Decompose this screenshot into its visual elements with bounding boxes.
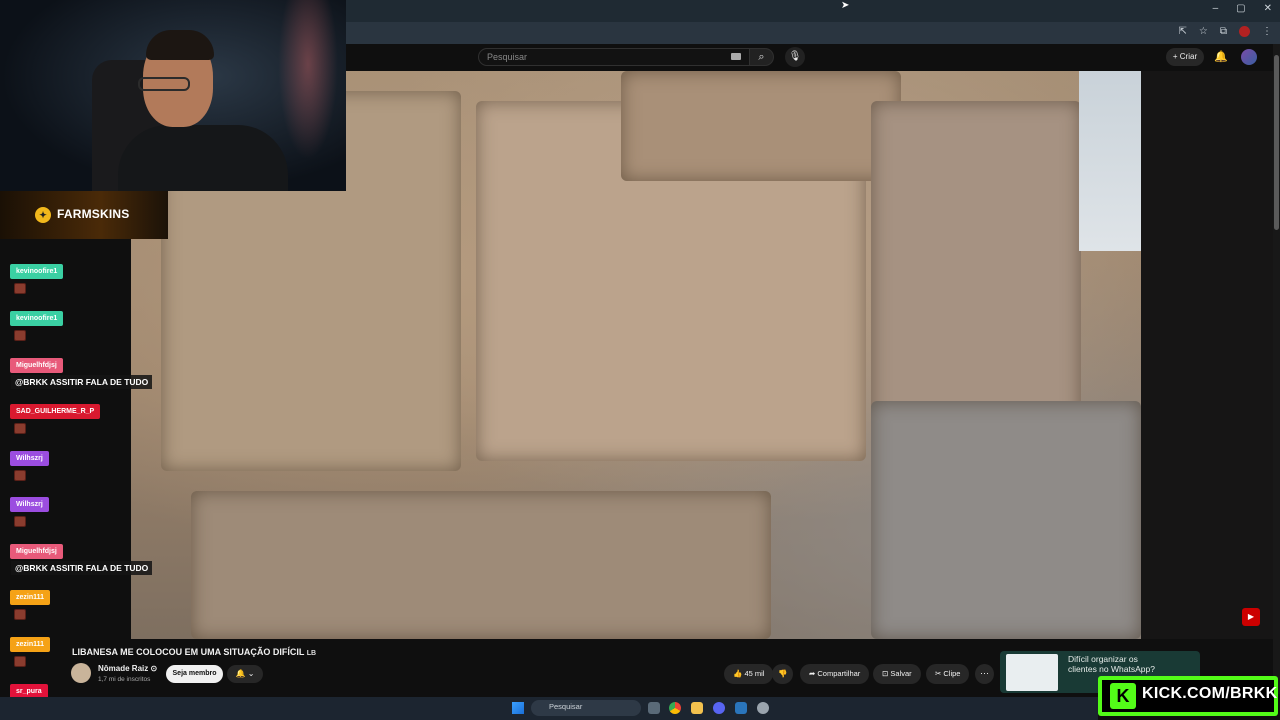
chat-emote-icon xyxy=(14,330,26,341)
streamer-hair xyxy=(146,30,214,60)
account-avatar[interactable] xyxy=(1241,49,1257,65)
share-button[interactable]: ➦ Compartilhar xyxy=(800,664,870,684)
recommendations-panel xyxy=(1141,71,1275,639)
chrome-icon[interactable] xyxy=(669,702,681,714)
join-membership-button[interactable]: Seja membro xyxy=(166,665,223,683)
chat-emote-icon xyxy=(14,656,26,667)
browser-toolbar-icons: ⇱ ☆ ⧉ ⋮ xyxy=(1179,26,1272,37)
notifications-bell-icon[interactable]: 🔔 xyxy=(1214,50,1228,63)
chat-username: kevinoofire1 xyxy=(10,311,64,326)
share-label: Compartilhar xyxy=(817,669,861,678)
thumbs-down-icon: 👎 xyxy=(778,669,788,678)
minimize-icon[interactable]: – xyxy=(1213,3,1219,14)
screen: – ▢ ✕ ⇱ ☆ ⧉ ⋮ ➤ Pesquisar ⌕ 🎙 + Criar 🔔 … xyxy=(0,0,1280,720)
search-button[interactable]: ⌕ xyxy=(750,48,774,66)
chat-message: @BRKK ASSITIR FALA DE TUDO xyxy=(11,561,153,575)
chat-username: Miguelhfdjsj xyxy=(10,358,63,373)
maximize-icon[interactable]: ▢ xyxy=(1236,3,1245,14)
keyboard-icon[interactable] xyxy=(731,53,741,60)
chat-username: kevinoofire1 xyxy=(10,264,64,279)
chat-username: zezin111 xyxy=(10,637,51,652)
streamer-body xyxy=(118,125,288,191)
more-actions-icon[interactable]: ⋯ xyxy=(975,664,994,684)
steam-icon[interactable] xyxy=(735,702,747,714)
save-button[interactable]: ⊡ Salvar xyxy=(873,664,921,684)
save-label: Salvar xyxy=(890,669,912,678)
clip-label: Clipe xyxy=(943,669,961,678)
task-view-icon[interactable] xyxy=(648,702,660,714)
microphone-icon: 🎙 xyxy=(788,51,802,62)
scrollbar-thumb[interactable] xyxy=(1274,55,1279,230)
dislike-button[interactable]: 👎 xyxy=(772,664,794,684)
video-frame-stone xyxy=(621,71,901,181)
chat-username: Wilhszrj xyxy=(10,451,49,466)
video-title: LIBANESA ME COLOCOU EM UMA SITUAÇÃO DIFÍ… xyxy=(72,647,316,657)
like-button[interactable]: 👍 45 mil xyxy=(724,664,774,684)
chat-username: SAD_GUILHERME_R_P xyxy=(10,404,101,419)
verified-icon: ⊙ xyxy=(150,664,158,673)
mouse-cursor-icon: ➤ xyxy=(841,0,850,11)
extensions-icon[interactable]: ⧉ xyxy=(1220,26,1227,37)
chat-feed xyxy=(0,239,131,694)
chat-message: @BRKK ASSITIR FALA DE TUDO xyxy=(11,375,153,389)
settings-gear-icon[interactable] xyxy=(757,702,769,714)
search-input[interactable]: Pesquisar xyxy=(478,48,750,66)
ad-text[interactable]: Difícil organizar os clientes no WhatsAp… xyxy=(1068,654,1168,674)
video-frame-stone xyxy=(871,401,1141,639)
youtube-logo-icon: ▶ xyxy=(1242,608,1260,626)
close-icon[interactable]: ✕ xyxy=(1264,3,1272,14)
video-frame-stone xyxy=(191,491,771,639)
channel-name[interactable]: Nômade Raiz ⊙ xyxy=(98,664,157,673)
christmas-tree-lights xyxy=(278,0,338,160)
voice-search-button[interactable]: 🎙 xyxy=(785,47,805,67)
file-explorer-icon[interactable] xyxy=(691,702,703,714)
video-title-text: LIBANESA ME COLOCOU EM UMA SITUAÇÃO DIFÍ… xyxy=(72,647,305,657)
subscription-bell-button[interactable]: 🔔 ⌄ xyxy=(227,665,263,683)
channel-avatar[interactable] xyxy=(71,663,91,683)
kick-logo-icon: K xyxy=(1110,683,1136,709)
windows-start-icon[interactable] xyxy=(512,702,524,714)
discord-icon[interactable] xyxy=(713,702,725,714)
create-button[interactable]: + Criar xyxy=(1166,48,1204,66)
chat-emote-icon xyxy=(14,470,26,481)
clip-button[interactable]: ✂ Clipe xyxy=(926,664,970,684)
chat-username: Wilhszrj xyxy=(10,497,49,512)
subscriber-count: 1,7 mi de inscritos xyxy=(98,676,151,683)
sponsor-name: FARMSKINS xyxy=(57,207,130,221)
bell-icon: 🔔 xyxy=(235,669,246,678)
chat-emote-icon xyxy=(14,516,26,527)
channel-name-text: Nômade Raiz xyxy=(98,664,149,673)
chat-emote-icon xyxy=(14,423,26,434)
chat-emote-icon xyxy=(14,609,26,620)
streamer-webcam xyxy=(0,0,346,191)
glasses xyxy=(138,77,190,91)
chevron-down-icon: ⌄ xyxy=(247,669,255,678)
cast-icon[interactable]: ⇱ xyxy=(1179,26,1187,37)
window-controls: – ▢ ✕ xyxy=(1213,3,1272,14)
ad-thumbnail[interactable] xyxy=(1006,654,1058,691)
chat-emote-icon xyxy=(14,283,26,294)
thumbs-up-icon: 👍 xyxy=(733,669,745,678)
chat-username: zezin111 xyxy=(10,590,51,605)
plus-icon: + xyxy=(1172,52,1180,61)
farmskins-logo-icon: ✦ xyxy=(35,207,51,223)
chat-username: Miguelhfdjsj xyxy=(10,544,63,559)
video-title-badge: LB xyxy=(306,650,317,657)
search-icon: ⌕ xyxy=(758,51,765,63)
taskbar-search-input[interactable]: Pesquisar xyxy=(531,700,641,716)
kick-url: KICK.COM/BRKK xyxy=(1142,685,1278,702)
star-icon[interactable]: ☆ xyxy=(1199,26,1208,37)
video-frame-sky xyxy=(1079,71,1141,251)
like-count: 45 mil xyxy=(744,669,765,678)
profile-icon[interactable] xyxy=(1239,26,1250,37)
create-label: Criar xyxy=(1179,52,1198,61)
menu-icon[interactable]: ⋮ xyxy=(1262,26,1272,37)
